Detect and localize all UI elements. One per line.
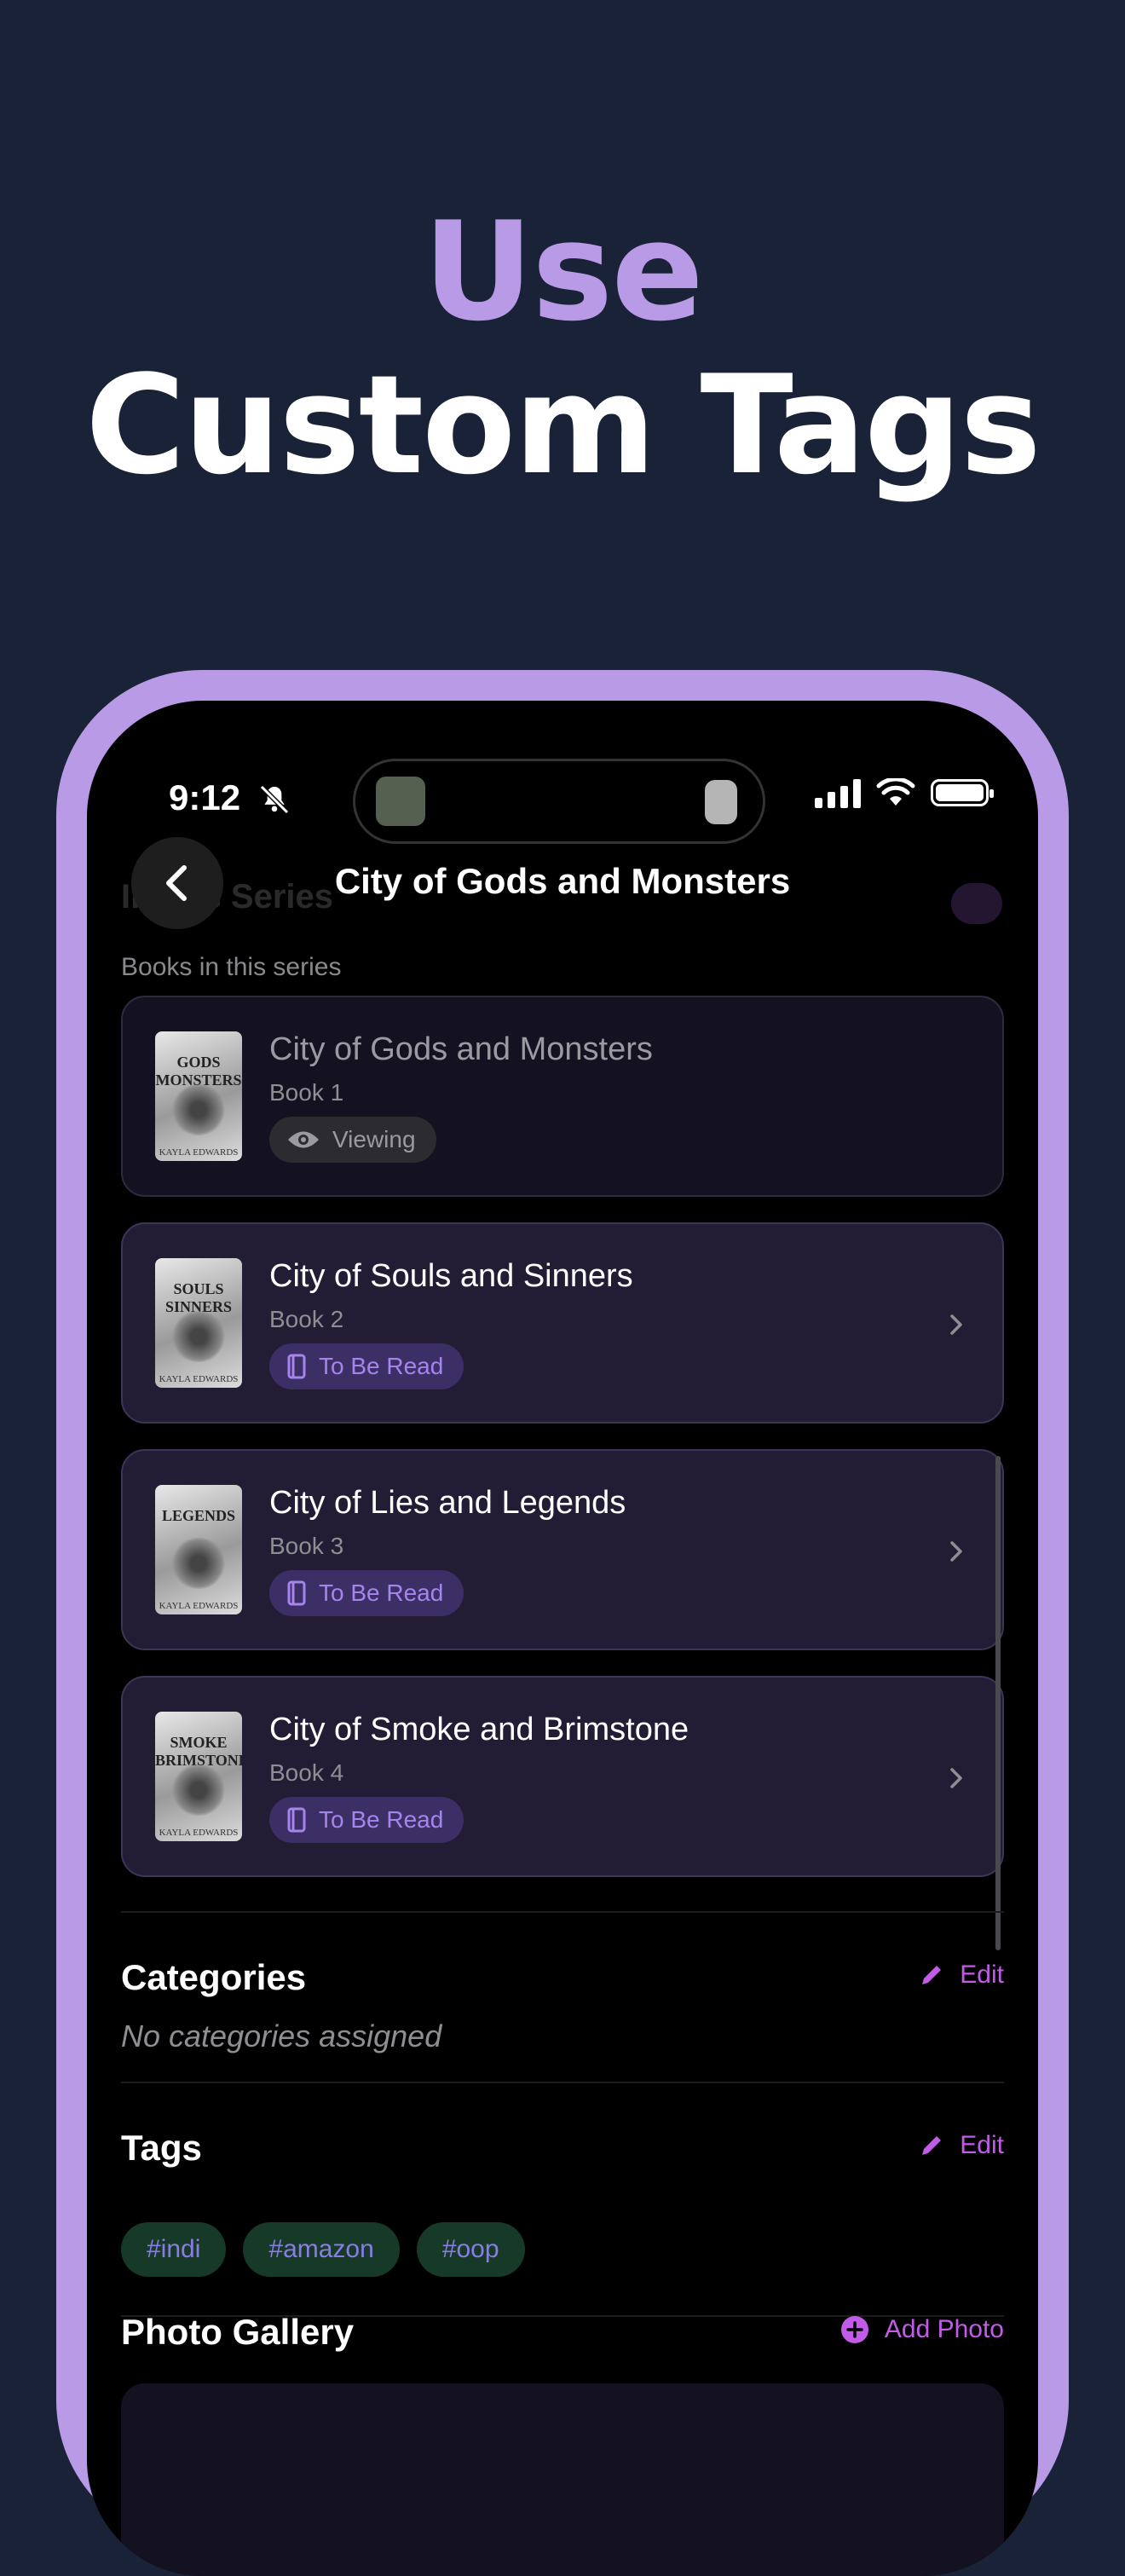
wifi-icon <box>876 778 915 806</box>
headline-line-1: Use <box>423 192 704 351</box>
photo-gallery-area[interactable] <box>121 2383 1004 2576</box>
series-book-card-3[interactable]: LEGENDS KAYLA EDWARDS City of Lies and L… <box>121 1449 1004 1650</box>
status-icons <box>815 777 994 808</box>
dynamic-island <box>353 759 765 844</box>
book-icon <box>287 1580 306 1606</box>
book-icon <box>287 1807 306 1833</box>
book-icon <box>287 1354 306 1379</box>
status-label-2: To Be Read <box>319 1353 444 1379</box>
chevron-right-icon <box>950 1768 962 1788</box>
add-photo-label: Add Photo <box>884 2315 1004 2343</box>
phone-screen: In this Series 9:12 City of Gods and Mon… <box>87 701 1038 2576</box>
divider <box>121 2082 1004 2083</box>
book-number-3: Book 3 <box>269 1533 344 1559</box>
cover-title-3: LEGENDS <box>161 1507 236 1524</box>
headline-line-2: Custom Tags <box>85 345 1041 505</box>
tag-chip[interactable]: #oop <box>416 2222 525 2277</box>
status-label-1: Viewing <box>332 1126 416 1152</box>
plus-circle-icon <box>840 2316 868 2343</box>
now-playing-thumbnail <box>376 777 425 826</box>
divider <box>121 1911 1004 1913</box>
cellular-signal-icon <box>815 777 861 808</box>
battery-icon <box>931 779 994 806</box>
book-title-3: City of Lies and Legends <box>269 1485 626 1521</box>
tags-edit-label: Edit <box>960 2131 1004 2159</box>
cover-author-1: KAYLA EDWARDS <box>159 1147 239 1158</box>
cover-author-4: KAYLA EDWARDS <box>159 1828 239 1838</box>
chevron-right-icon <box>950 1314 962 1335</box>
tag-chip[interactable]: #indi <box>121 2222 227 2277</box>
status-badge-tbr-2: To Be Read <box>269 1343 464 1389</box>
series-book-card-4[interactable]: SMOKE BRIMSTONE KAYLA EDWARDS City of Sm… <box>121 1676 1004 1877</box>
homepod-icon <box>705 780 737 824</box>
book-number-1: Book 1 <box>269 1079 344 1106</box>
photo-gallery-title: Photo Gallery <box>121 2312 355 2352</box>
eye-icon <box>288 1131 319 1148</box>
series-caption: Books in this series <box>121 953 342 981</box>
bell-slash-icon <box>259 784 290 815</box>
book-cover-4: SMOKE BRIMSTONE KAYLA EDWARDS <box>155 1712 242 1841</box>
tags-edit-button[interactable]: Edit <box>919 2131 1004 2160</box>
status-label-3: To Be Read <box>319 1580 444 1606</box>
pencil-icon <box>922 1966 942 1984</box>
book-cover-1: GODS MONSTERS KAYLA EDWARDS <box>155 1031 242 1161</box>
categories-edit-button[interactable]: Edit <box>919 1961 1004 1990</box>
series-book-card-2[interactable]: SOULS SINNERS KAYLA EDWARDS City of Soul… <box>121 1222 1004 1424</box>
book-title-4: City of Smoke and Brimstone <box>269 1712 689 1747</box>
tags-title: Tags <box>121 2128 202 2168</box>
status-badge-viewing: Viewing <box>269 1117 436 1163</box>
categories-edit-label: Edit <box>960 1961 1004 1989</box>
categories-empty-note: No categories assigned <box>121 2019 442 2053</box>
status-badge-tbr-4: To Be Read <box>269 1797 464 1843</box>
book-title-2: City of Souls and Sinners <box>269 1258 633 1294</box>
categories-title: Categories <box>121 1957 307 1997</box>
cover-author-3: KAYLA EDWARDS <box>159 1601 239 1611</box>
cover-author-2: KAYLA EDWARDS <box>159 1374 239 1384</box>
chevron-right-icon <box>950 1541 962 1562</box>
book-cover-3: LEGENDS KAYLA EDWARDS <box>155 1485 242 1614</box>
phone-frame: In this Series 9:12 City of Gods and Mon… <box>56 670 1069 2576</box>
status-badge-tbr-3: To Be Read <box>269 1570 464 1616</box>
status-label-4: To Be Read <box>319 1806 444 1833</box>
book-title-1: City of Gods and Monsters <box>269 1031 653 1067</box>
series-book-card-1: GODS MONSTERS KAYLA EDWARDS City of Gods… <box>121 996 1004 1197</box>
add-photo-button[interactable]: Add Photo <box>840 2315 1004 2344</box>
book-number-4: Book 4 <box>269 1759 344 1786</box>
status-time: 9:12 <box>169 777 241 817</box>
book-number-2: Book 2 <box>269 1306 344 1332</box>
book-cover-2: SOULS SINNERS KAYLA EDWARDS <box>155 1258 242 1388</box>
scrollbar[interactable] <box>995 1456 1001 1950</box>
tag-list: #indi #amazon #oop <box>121 2222 525 2277</box>
tag-chip[interactable]: #amazon <box>243 2222 400 2277</box>
page-title: City of Gods and Monsters <box>334 861 791 901</box>
pencil-icon <box>922 2136 942 2155</box>
